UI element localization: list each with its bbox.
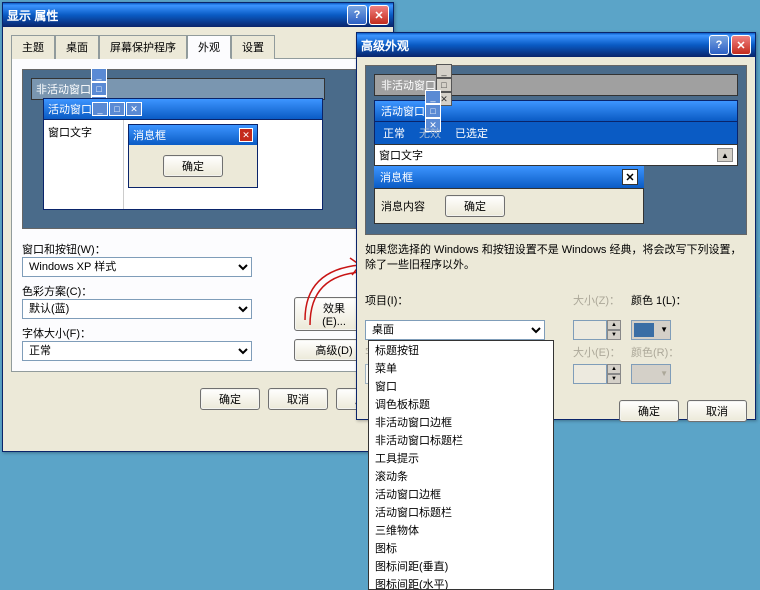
adv-window-text: 窗口文字 bbox=[379, 147, 423, 163]
min-icon: _ bbox=[91, 68, 107, 82]
adv-msg-content: 消息内容 bbox=[381, 198, 425, 214]
adv-msgbox-title: 消息框 ✕ bbox=[374, 166, 644, 188]
dropdown-option[interactable]: 菜单 bbox=[369, 359, 553, 377]
help-button[interactable]: ? bbox=[347, 5, 367, 25]
close-icon: ✕ bbox=[126, 102, 142, 116]
color1-button[interactable]: ▼ bbox=[631, 320, 671, 340]
preview-ok-button: 确定 bbox=[163, 155, 223, 177]
appearance-panel: 非活动窗口 _□✕ 活动窗口 _□✕ 窗口文字 消息框✕ bbox=[11, 58, 385, 372]
tab-screensaver[interactable]: 屏幕保护程序 bbox=[99, 35, 187, 59]
display-props-titlebar[interactable]: 显示 属性 ? ✕ bbox=[3, 3, 393, 27]
tab-theme[interactable]: 主题 bbox=[11, 35, 55, 59]
color1-label: 颜色 1(L)： bbox=[631, 292, 751, 308]
preview-active-title: 活动窗口 _□✕ bbox=[43, 98, 323, 120]
preview-active-label: 活动窗口 bbox=[48, 101, 92, 117]
advanced-preview: 非活动窗口 _□✕ 活动窗口 _□✕ 正常 无效 已选定 窗口文字 ▲ 消息框 … bbox=[365, 65, 747, 235]
preview-msgbox: 消息框 ✕ 确定 bbox=[128, 124, 258, 188]
adv-ok-button[interactable]: 确定 bbox=[619, 400, 679, 422]
min-icon: _ bbox=[436, 64, 452, 78]
windows-buttons-label: 窗口和按钮(W)： bbox=[22, 241, 284, 257]
item-label: 项目(I)： bbox=[365, 292, 565, 308]
adv-msg-ok: 确定 bbox=[445, 195, 505, 217]
advanced-title: 高级外观 bbox=[361, 37, 409, 54]
ok-button[interactable]: 确定 bbox=[200, 388, 260, 410]
adv-cancel-button[interactable]: 取消 bbox=[687, 400, 747, 422]
tab-settings[interactable]: 设置 bbox=[231, 35, 275, 59]
dropdown-option[interactable]: 窗口 bbox=[369, 377, 553, 395]
min-icon: _ bbox=[425, 90, 441, 104]
min-icon: _ bbox=[92, 102, 108, 116]
preview-window-text: 窗口文字 bbox=[44, 120, 124, 209]
appearance-preview: 非活动窗口 _□✕ 活动窗口 _□✕ 窗口文字 消息框✕ bbox=[22, 69, 374, 229]
size-z-label: 大小(Z)： bbox=[573, 292, 623, 308]
scroll-up-icon: ▲ bbox=[717, 148, 733, 162]
close-icon: ✕ bbox=[239, 128, 253, 142]
adv-active-label: 活动窗口 bbox=[381, 103, 425, 119]
advanced-titlebar[interactable]: 高级外观 ? ✕ bbox=[357, 33, 755, 57]
dropdown-option[interactable]: 三维物体 bbox=[369, 521, 553, 539]
close-button[interactable]: ✕ bbox=[731, 35, 751, 55]
max-icon: □ bbox=[425, 104, 441, 118]
dropdown-option[interactable]: 图标间距(垂直) bbox=[369, 557, 553, 575]
max-icon: □ bbox=[91, 82, 107, 96]
item-dropdown-open[interactable]: 标题按钮菜单窗口调色板标题非活动窗口边框非活动窗口标题栏工具提示滚动条活动窗口边… bbox=[368, 340, 554, 590]
dropdown-option[interactable]: 工具提示 bbox=[369, 449, 553, 467]
adv-menu-bar: 正常 无效 已选定 bbox=[374, 122, 738, 144]
color-scheme-combo[interactable]: 默认(蓝) bbox=[22, 299, 252, 319]
dropdown-option[interactable]: 非活动窗口标题栏 bbox=[369, 431, 553, 449]
adv-msgbox-label: 消息框 bbox=[380, 169, 413, 185]
dropdown-option[interactable]: 滚动条 bbox=[369, 467, 553, 485]
dropdown-option[interactable]: 活动窗口标题栏 bbox=[369, 503, 553, 521]
item-combo[interactable]: 桌面 bbox=[365, 320, 545, 340]
preview-msgbox-title: 消息框 bbox=[133, 127, 166, 143]
dropdown-option[interactable]: 非活动窗口边框 bbox=[369, 413, 553, 431]
size-e-spinner: ▲▼ bbox=[573, 364, 623, 384]
font-size-combo[interactable]: 正常 bbox=[22, 341, 252, 361]
color-r-button: ▼ bbox=[631, 364, 671, 384]
dropdown-option[interactable]: 图标间距(水平) bbox=[369, 575, 553, 590]
windows-buttons-combo[interactable]: Windows XP 样式 bbox=[22, 257, 252, 277]
adv-msgbox-body: 消息内容 确定 bbox=[374, 188, 644, 224]
font-size-label: 字体大小(F)： bbox=[22, 325, 284, 341]
adv-textbox: 窗口文字 ▲ bbox=[374, 144, 738, 166]
dropdown-option[interactable]: 标题按钮 bbox=[369, 341, 553, 359]
adv-menu-normal: 正常 bbox=[383, 125, 405, 141]
adv-active-title: 活动窗口 _□✕ bbox=[374, 100, 738, 122]
close-button[interactable]: ✕ bbox=[369, 5, 389, 25]
max-icon: □ bbox=[109, 102, 125, 116]
help-button[interactable]: ? bbox=[709, 35, 729, 55]
size-e-label: 大小(E)： bbox=[573, 344, 623, 360]
size-z-spinner[interactable]: ▲▼ bbox=[573, 320, 623, 340]
adv-menu-selected: 已选定 bbox=[455, 125, 488, 141]
close-icon: ✕ bbox=[622, 169, 638, 185]
preview-inactive-title: 非活动窗口 _□✕ bbox=[31, 78, 325, 100]
display-props-title: 显示 属性 bbox=[7, 7, 58, 24]
preview-inactive-label: 非活动窗口 bbox=[36, 81, 91, 97]
color-scheme-label: 色彩方案(C)： bbox=[22, 283, 284, 299]
cancel-button[interactable]: 取消 bbox=[268, 388, 328, 410]
dropdown-option[interactable]: 图标 bbox=[369, 539, 553, 557]
advanced-note: 如果您选择的 Windows 和按钮设置不是 Windows 经典，将会改写下列… bbox=[365, 243, 747, 274]
display-properties-dialog: 显示 属性 ? ✕ 主题 桌面 屏幕保护程序 外观 设置 非活动窗口 _□✕ 活… bbox=[2, 2, 394, 452]
adv-menu-disabled: 无效 bbox=[419, 125, 441, 141]
tab-desktop[interactable]: 桌面 bbox=[55, 35, 99, 59]
tab-appearance[interactable]: 外观 bbox=[187, 35, 231, 59]
color-r-label: 颜色(R)： bbox=[631, 344, 751, 360]
tab-strip: 主题 桌面 屏幕保护程序 外观 设置 bbox=[11, 35, 385, 59]
dropdown-option[interactable]: 调色板标题 bbox=[369, 395, 553, 413]
dropdown-option[interactable]: 活动窗口边框 bbox=[369, 485, 553, 503]
